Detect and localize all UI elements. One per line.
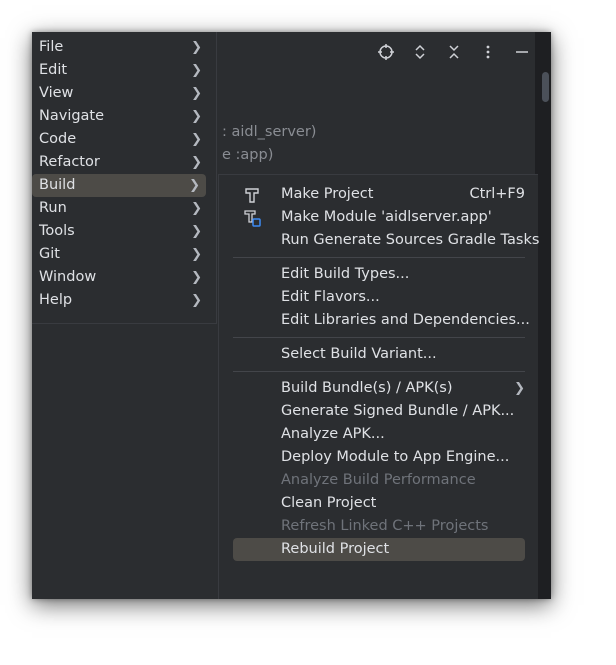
analyze-build-performance-item[interactable]: Analyze Build Performance — [233, 469, 525, 492]
make-project-item[interactable]: Make Project Ctrl+F9 — [233, 183, 525, 206]
scrollbar-thumb[interactable] — [542, 72, 549, 102]
menu-item-refactor[interactable]: Refactor ❯ — [32, 151, 208, 174]
menu-separator — [233, 257, 525, 258]
menu-item-label: View — [39, 85, 74, 101]
chevron-right-icon: ❯ — [191, 293, 202, 308]
make-module-label: Make Module 'aidlserver.app' — [281, 209, 492, 225]
rebuild-project-item[interactable]: Rebuild Project — [233, 538, 525, 561]
chevron-right-icon: ❯ — [191, 86, 202, 101]
panel-toolbar — [377, 42, 531, 62]
menu-item-file[interactable]: File ❯ — [32, 36, 208, 59]
generate-signed-label: Generate Signed Bundle / APK... — [281, 403, 515, 419]
build-submenu: Make Project Ctrl+F9 Make Module 'aidlse… — [218, 174, 539, 599]
select-build-variant-item[interactable]: Select Build Variant... — [233, 343, 525, 366]
chevron-right-icon: ❯ — [191, 40, 202, 55]
menu-item-edit[interactable]: Edit ❯ — [32, 59, 208, 82]
menu-item-tools[interactable]: Tools ❯ — [32, 220, 208, 243]
edit-libraries-label: Edit Libraries and Dependencies... — [281, 312, 530, 328]
menu-item-label: Git — [39, 246, 60, 262]
chevron-right-icon: ❯ — [191, 132, 202, 147]
refresh-linked-cpp-item[interactable]: Refresh Linked C++ Projects — [233, 515, 525, 538]
menu-item-label: Refactor — [39, 154, 100, 170]
run-generate-sources-label: Run Generate Sources Gradle Tasks — [281, 232, 540, 248]
run-generate-sources-item[interactable]: Run Generate Sources Gradle Tasks — [233, 229, 539, 252]
background-text: e :app) — [222, 147, 274, 163]
make-project-shortcut: Ctrl+F9 — [469, 186, 525, 202]
menu-item-label: Edit — [39, 62, 68, 78]
edit-flavors-item[interactable]: Edit Flavors... — [233, 286, 525, 309]
background-text: : aidl_server) — [222, 124, 317, 140]
expand-icon[interactable] — [411, 43, 429, 61]
collapse-icon[interactable] — [445, 43, 463, 61]
menu-item-label: Code — [39, 131, 77, 147]
minimize-icon[interactable] — [513, 43, 531, 61]
menu-item-label: File — [39, 39, 64, 55]
make-module-item[interactable]: Make Module 'aidlserver.app' — [233, 206, 525, 229]
menu-item-run[interactable]: Run ❯ — [32, 197, 208, 220]
build-bundle-item[interactable]: Build Bundle(s) / APK(s) ❯ — [233, 377, 525, 400]
chevron-right-icon: ❯ — [191, 247, 202, 262]
menu-item-label: Build — [39, 177, 76, 193]
analyze-build-performance-label: Analyze Build Performance — [281, 472, 476, 488]
menu-item-label: Help — [39, 292, 73, 308]
main-menu: File ❯ Edit ❯ View ❯ Navigate ❯ Code ❯ Refact… — [32, 32, 217, 324]
menu-item-label: Tools — [39, 223, 75, 239]
menu-item-code[interactable]: Code ❯ — [32, 128, 208, 151]
clean-project-label: Clean Project — [281, 495, 377, 511]
make-project-label: Make Project — [281, 186, 374, 202]
chevron-right-icon: ❯ — [514, 381, 525, 396]
menu-separator — [233, 371, 525, 372]
chevron-right-icon: ❯ — [191, 270, 202, 285]
ide-window: : aidl_server) e :app) File ❯ Edit ❯ View ❯… — [32, 32, 551, 599]
generate-signed-item[interactable]: Generate Signed Bundle / APK... — [233, 400, 525, 423]
crosshair-icon[interactable] — [377, 43, 395, 61]
edit-flavors-label: Edit Flavors... — [281, 289, 380, 305]
menu-item-git[interactable]: Git ❯ — [32, 243, 208, 266]
analyze-apk-item[interactable]: Analyze APK... — [233, 423, 525, 446]
build-bundle-label: Build Bundle(s) / APK(s) — [281, 380, 453, 396]
chevron-right-icon: ❯ — [191, 155, 202, 170]
analyze-apk-label: Analyze APK... — [281, 426, 385, 442]
rebuild-project-label: Rebuild Project — [281, 541, 390, 557]
clean-project-item[interactable]: Clean Project — [233, 492, 525, 515]
deploy-module-item[interactable]: Deploy Module to App Engine... — [233, 446, 525, 469]
menu-separator — [233, 337, 525, 338]
select-build-variant-label: Select Build Variant... — [281, 346, 437, 362]
chevron-right-icon: ❯ — [191, 201, 202, 216]
menu-item-label: Run — [39, 200, 67, 216]
edit-libraries-item[interactable]: Edit Libraries and Dependencies... — [233, 309, 530, 332]
hammer-icon — [243, 186, 261, 204]
menu-item-window[interactable]: Window ❯ — [32, 266, 208, 289]
edit-build-types-item[interactable]: Edit Build Types... — [233, 263, 525, 286]
menu-item-navigate[interactable]: Navigate ❯ — [32, 105, 208, 128]
menu-item-build[interactable]: Build ❯ — [32, 174, 206, 197]
chevron-right-icon: ❯ — [191, 109, 202, 124]
refresh-linked-cpp-label: Refresh Linked C++ Projects — [281, 518, 489, 534]
chevron-right-icon: ❯ — [189, 178, 200, 193]
edit-build-types-label: Edit Build Types... — [281, 266, 410, 282]
menu-item-help[interactable]: Help ❯ — [32, 289, 208, 312]
menu-item-view[interactable]: View ❯ — [32, 82, 208, 105]
more-vertical-icon[interactable] — [479, 43, 497, 61]
chevron-right-icon: ❯ — [191, 63, 202, 78]
chevron-right-icon: ❯ — [191, 224, 202, 239]
deploy-module-label: Deploy Module to App Engine... — [281, 449, 510, 465]
menu-item-label: Window — [39, 269, 97, 285]
menu-item-label: Navigate — [39, 108, 105, 124]
hammer-module-icon — [243, 209, 261, 227]
